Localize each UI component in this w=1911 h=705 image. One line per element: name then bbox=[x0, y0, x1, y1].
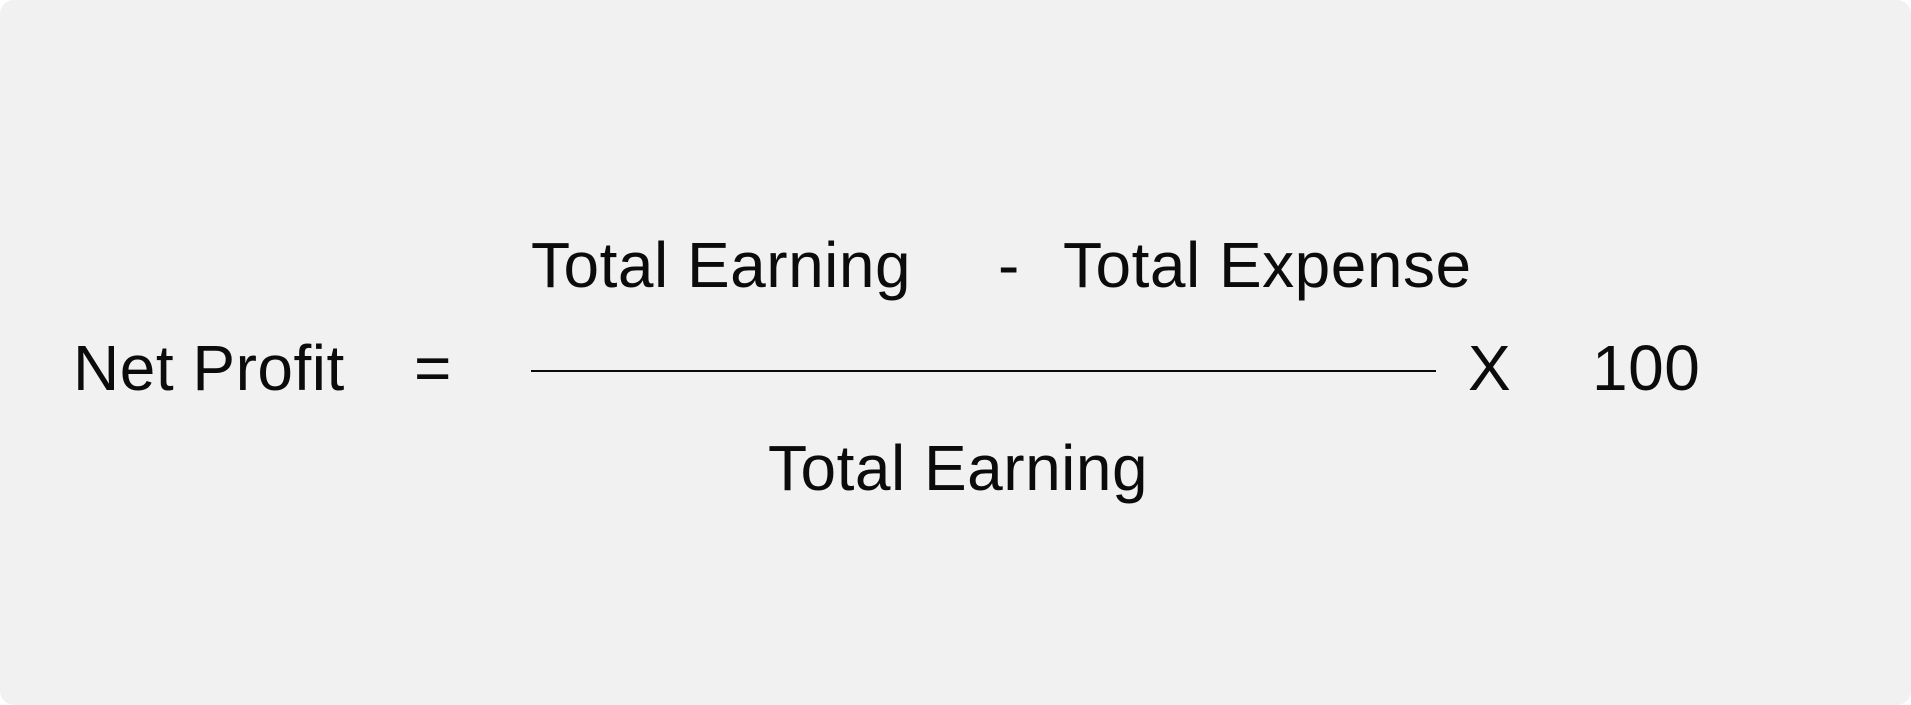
formula-card: Net Profit = Total Earning - Total Expen… bbox=[0, 0, 1911, 705]
equals-sign: = bbox=[414, 332, 452, 404]
numerator-total-expense: Total Expense bbox=[1063, 229, 1472, 301]
numerator-total-earning: Total Earning bbox=[531, 229, 912, 301]
denominator-total-earning: Total Earning bbox=[768, 432, 1149, 504]
fraction-bar bbox=[531, 370, 1436, 372]
net-profit-label: Net Profit bbox=[73, 332, 345, 404]
multiplier-value: 100 bbox=[1592, 332, 1701, 404]
minus-sign: - bbox=[998, 229, 1020, 301]
multiply-sign: X bbox=[1468, 332, 1512, 404]
